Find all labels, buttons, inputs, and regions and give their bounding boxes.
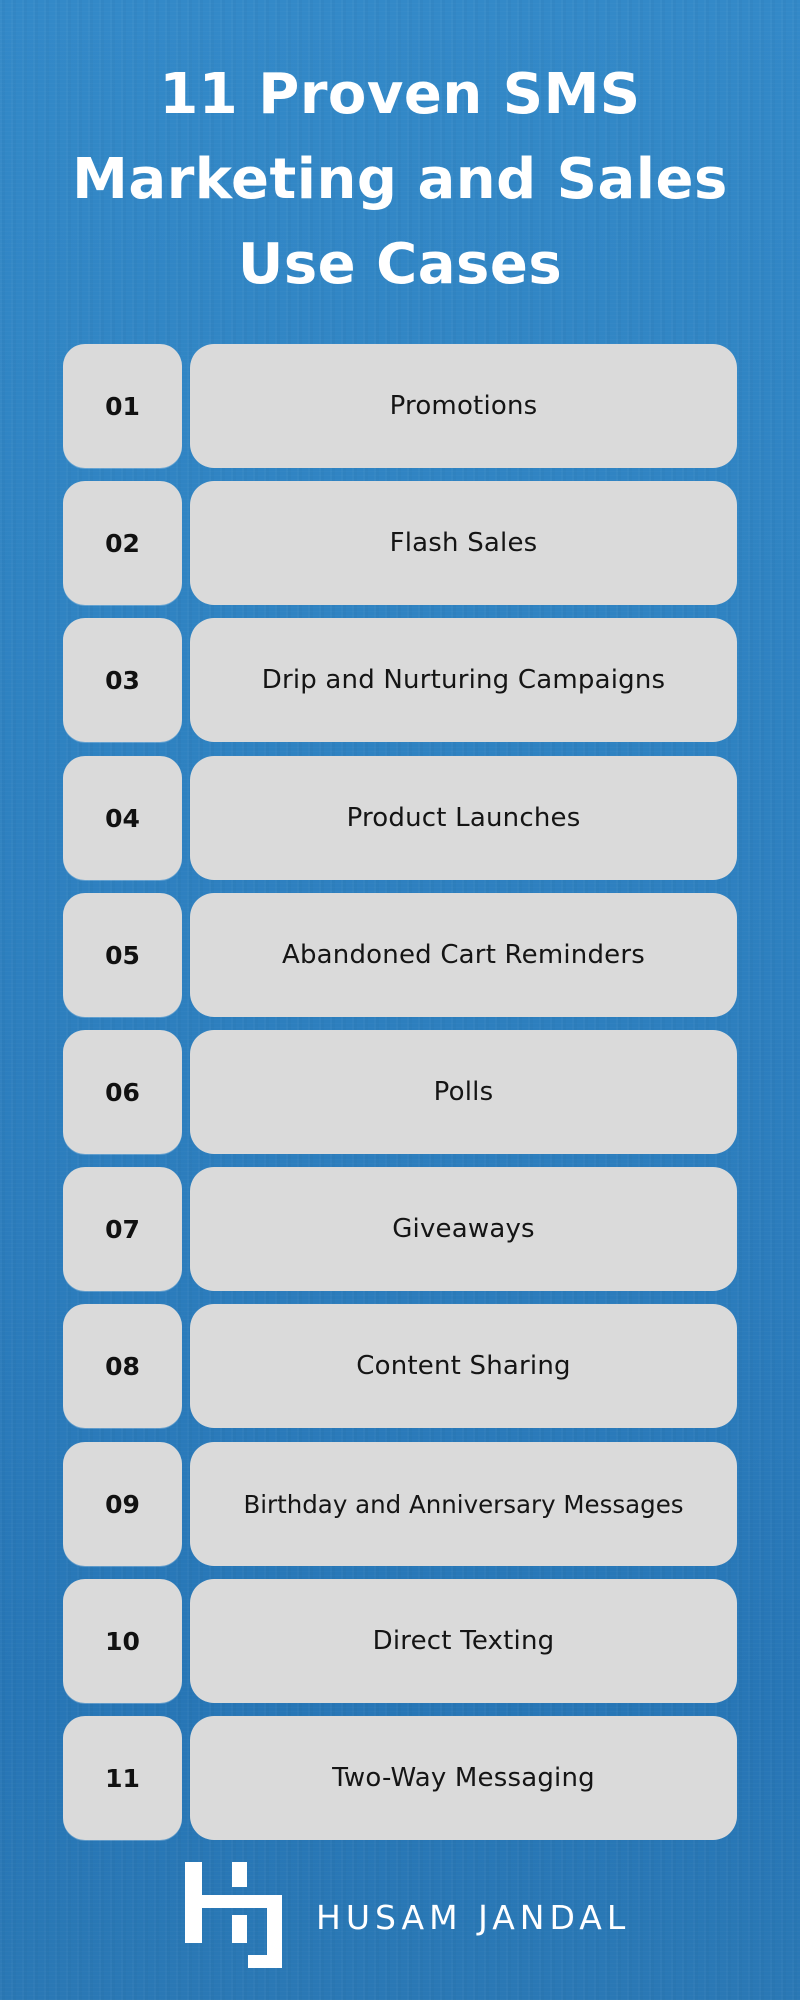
title-line-3: Use Cases [237, 232, 563, 297]
item-number: 02 [63, 481, 182, 605]
item-label: Abandoned Cart Reminders [190, 893, 737, 1017]
item-number: 04 [63, 756, 182, 880]
list-item: 04 Product Launches [63, 756, 737, 880]
item-number: 03 [63, 618, 182, 742]
item-label: Drip and Nurturing Campaigns [190, 618, 737, 742]
item-number: 09 [63, 1442, 182, 1566]
list-item: 08 Content Sharing [63, 1304, 737, 1428]
list-item: 01 Promotions [63, 344, 737, 468]
list-item: 05 Abandoned Cart Reminders [63, 893, 737, 1017]
item-label: Product Launches [190, 756, 737, 880]
item-label: Direct Texting [190, 1579, 737, 1703]
list-item: 06 Polls [63, 1030, 737, 1154]
item-label: Giveaways [190, 1167, 737, 1291]
list-item: 09 Birthday and Anniversary Messages [63, 1442, 737, 1566]
title-line-1: 11 Proven SMS [159, 62, 641, 127]
item-number: 06 [63, 1030, 182, 1154]
list-item: 07 Giveaways [63, 1167, 737, 1291]
item-number: 05 [63, 893, 182, 1017]
item-label: Content Sharing [190, 1304, 737, 1428]
brand-name: HUSAM JANDAL [316, 1898, 631, 1937]
item-number: 07 [63, 1167, 182, 1291]
hj-monogram-icon [185, 1862, 282, 1968]
item-label: Birthday and Anniversary Messages [190, 1442, 737, 1566]
title-line-2: Marketing and Sales [72, 147, 728, 212]
list-item: 03 Drip and Nurturing Campaigns [63, 618, 737, 742]
page-title: 11 Proven SMS Marketing and Sales Use Ca… [0, 52, 800, 307]
item-label: Flash Sales [190, 481, 737, 605]
item-number: 11 [63, 1716, 182, 1840]
list-item: 02 Flash Sales [63, 481, 737, 605]
list-item: 10 Direct Texting [63, 1579, 737, 1703]
item-number: 10 [63, 1579, 182, 1703]
item-label: Polls [190, 1030, 737, 1154]
list-item: 11 Two-Way Messaging [63, 1716, 737, 1840]
item-number: 01 [63, 344, 182, 468]
item-label: Two-Way Messaging [190, 1716, 737, 1840]
item-label: Promotions [190, 344, 737, 468]
item-number: 08 [63, 1304, 182, 1428]
